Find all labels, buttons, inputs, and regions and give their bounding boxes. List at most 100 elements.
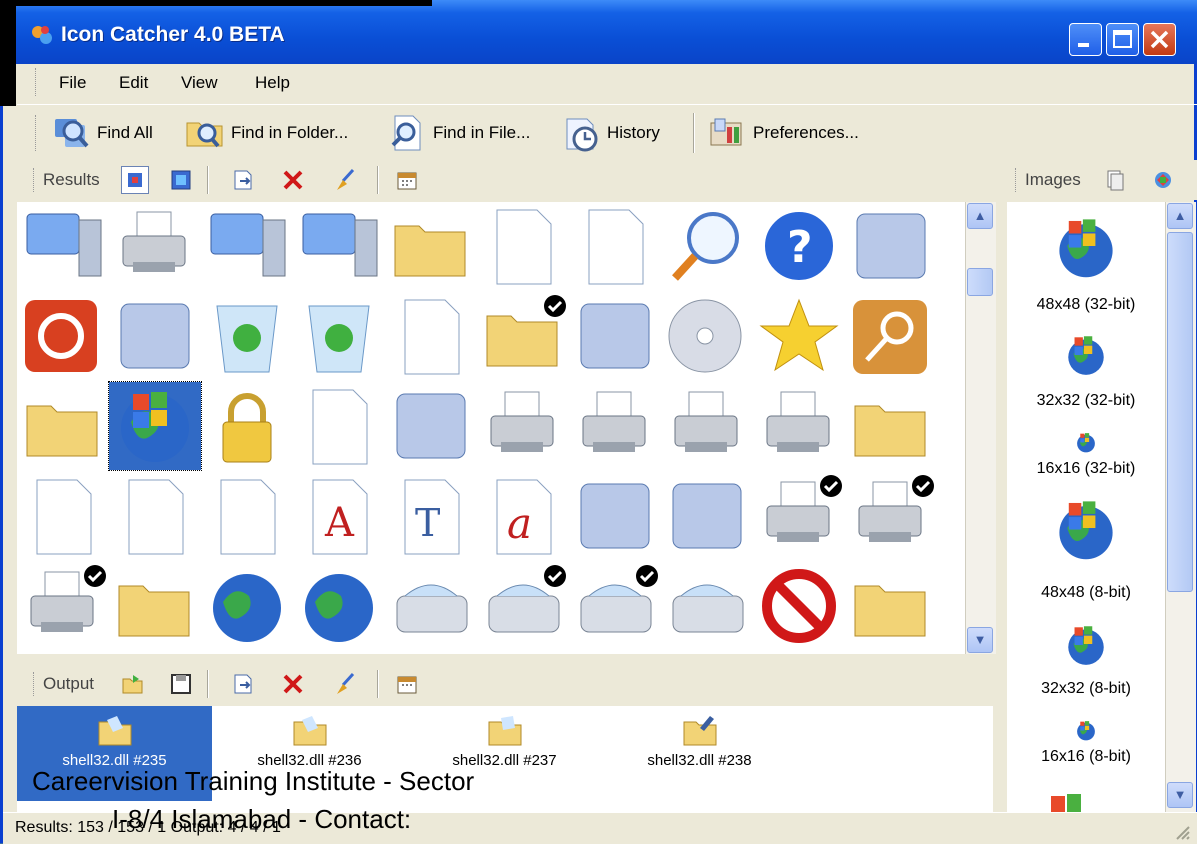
result-icon-cell[interactable] (569, 292, 661, 380)
result-icon-cell[interactable] (201, 382, 293, 470)
result-icon-cell[interactable] (293, 202, 385, 290)
result-icon-cell[interactable] (477, 292, 569, 380)
output-calendar-icon[interactable] (395, 672, 419, 696)
result-icon-cell[interactable] (569, 562, 661, 650)
windows-globe-preview-icon[interactable] (1050, 210, 1122, 282)
result-icon-cell[interactable] (109, 562, 201, 650)
result-icon-cell[interactable] (17, 562, 109, 650)
result-icon-cell[interactable] (661, 472, 753, 560)
menubar-grip[interactable] (35, 68, 39, 96)
scroll-thumb[interactable] (967, 268, 993, 296)
result-icon-cell[interactable]: ? (753, 202, 845, 290)
output-clear-icon[interactable] (333, 672, 357, 696)
scroll-up-button[interactable]: ▲ (967, 203, 993, 229)
result-icon-cell[interactable] (845, 292, 937, 380)
calendar-icon[interactable] (395, 168, 419, 192)
save-image-icon[interactable] (1151, 168, 1175, 192)
result-icon-cell[interactable] (661, 202, 753, 290)
result-icon-cell[interactable] (201, 472, 293, 560)
result-icon-cell[interactable] (17, 202, 109, 290)
result-icon-cell[interactable] (753, 472, 845, 560)
result-icon-cell[interactable] (109, 292, 201, 380)
result-icon-cell[interactable]: A (293, 472, 385, 560)
result-icon-cell[interactable] (293, 562, 385, 650)
result-icon-cell[interactable] (17, 292, 109, 380)
result-icon-cell[interactable] (569, 382, 661, 470)
result-icon-cell[interactable] (385, 202, 477, 290)
result-icon-cell[interactable] (293, 382, 385, 470)
maximize-button[interactable] (1106, 23, 1139, 56)
output-delete-icon[interactable] (281, 672, 305, 696)
output-export-icon[interactable] (231, 672, 255, 696)
result-icon-cell[interactable] (477, 562, 569, 650)
menu-view[interactable]: View (181, 73, 218, 93)
toolbar-grip[interactable] (35, 115, 39, 151)
images-scroll-thumb[interactable] (1167, 232, 1193, 592)
result-icon-cell[interactable]: T (385, 472, 477, 560)
result-icon-cell[interactable] (845, 562, 937, 650)
find-in-file-button[interactable]: Find in File... (387, 113, 530, 153)
resize-grip-icon[interactable] (1173, 823, 1191, 841)
clear-broom-icon[interactable] (333, 168, 357, 192)
result-icon-cell[interactable] (661, 562, 753, 650)
find-all-button[interactable]: Find All (51, 113, 153, 153)
result-icon-cell[interactable] (845, 472, 937, 560)
history-button[interactable]: History (561, 113, 660, 153)
result-icon-cell[interactable] (477, 382, 569, 470)
large-icons-view-icon[interactable] (121, 166, 149, 194)
find-in-folder-button[interactable]: Find in Folder... (185, 113, 348, 153)
result-icon-cell[interactable] (753, 292, 845, 380)
images-scrollbar[interactable]: ▲ ▼ (1165, 202, 1196, 812)
windows-globe-preview-icon[interactable] (1074, 430, 1098, 454)
images-grip[interactable] (1015, 168, 1019, 192)
result-icon-cell[interactable] (385, 382, 477, 470)
results-scrollbar[interactable]: ▲ ▼ (965, 202, 996, 654)
menu-edit[interactable]: Edit (119, 73, 148, 93)
result-icon-cell[interactable] (109, 472, 201, 560)
result-icon-cell[interactable] (753, 562, 845, 650)
result-icon-cell[interactable] (201, 202, 293, 290)
windows-globe-preview-icon[interactable] (1074, 718, 1098, 742)
result-icon-cell[interactable] (201, 562, 293, 650)
result-icon-cell[interactable] (661, 382, 753, 470)
images-list[interactable]: 48x48 (32-bit) 32x32 (32-bit) 16x16 (32-bi… (1007, 202, 1165, 832)
scroll-down-button[interactable]: ▼ (967, 627, 993, 653)
windows-globe-preview-icon[interactable] (1062, 620, 1110, 668)
menu-file[interactable]: File (59, 73, 86, 93)
result-icon-cell[interactable] (569, 202, 661, 290)
result-icon-cell[interactable] (17, 472, 109, 560)
result-icon-cell[interactable] (845, 202, 937, 290)
windows-globe-preview-icon[interactable] (1062, 330, 1110, 378)
result-icon-cell[interactable] (477, 202, 569, 290)
open-folder-icon[interactable] (121, 672, 145, 696)
result-icon-cell[interactable] (108, 381, 202, 471)
save-icon[interactable] (169, 672, 193, 696)
result-icon-cell[interactable] (661, 292, 753, 380)
copy-icon[interactable] (1103, 168, 1127, 192)
result-icon-cell[interactable]: a (477, 472, 569, 560)
small-icons-view-icon[interactable] (169, 168, 193, 192)
result-icon-cell[interactable] (385, 292, 477, 380)
output-item[interactable]: shell32.dll #238 (602, 706, 797, 801)
menu-help[interactable]: Help (255, 73, 290, 93)
output-grip[interactable] (33, 672, 37, 696)
minimize-button[interactable] (1069, 23, 1102, 56)
close-button[interactable] (1143, 23, 1176, 56)
images-scroll-up-button[interactable]: ▲ (1167, 203, 1193, 229)
images-scroll-down-button[interactable]: ▼ (1167, 782, 1193, 808)
result-icon-cell[interactable] (845, 382, 937, 470)
results-grid[interactable]: ? A Ta (17, 202, 965, 654)
title-bar[interactable]: Icon Catcher 4.0 BETA (3, 0, 1197, 64)
results-grip[interactable] (33, 168, 37, 192)
export-icon[interactable] (231, 168, 255, 192)
delete-icon[interactable] (281, 168, 305, 192)
preferences-button[interactable]: Preferences... (707, 113, 859, 153)
result-icon-cell[interactable] (109, 202, 201, 290)
windows-globe-preview-icon[interactable] (1050, 492, 1122, 564)
result-icon-cell[interactable] (293, 292, 385, 380)
result-icon-cell[interactable] (385, 562, 477, 650)
result-icon-cell[interactable] (17, 382, 109, 470)
result-icon-cell[interactable] (569, 472, 661, 560)
result-icon-cell[interactable] (201, 292, 293, 380)
result-icon-cell[interactable] (753, 382, 845, 470)
